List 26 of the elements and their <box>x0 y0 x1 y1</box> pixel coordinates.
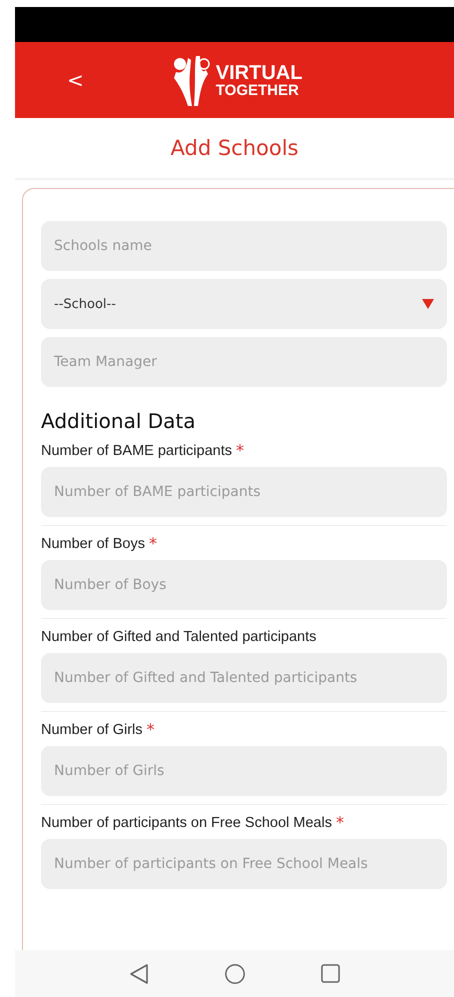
required-mark: * <box>148 536 157 552</box>
input-field[interactable]: Team Manager <box>41 337 447 387</box>
recents-square-icon[interactable] <box>321 964 340 983</box>
input-field[interactable]: Number of Girls <box>41 746 447 796</box>
field-label: Number of BAME participants <box>41 443 232 459</box>
required-mark: * <box>146 722 155 738</box>
field-label: Number of Gifted and Talented participants <box>41 629 316 645</box>
back-triangle-icon[interactable] <box>129 962 149 984</box>
field-label: Number of participants on Free School Meals <box>41 815 332 831</box>
input-field[interactable]: Number of participants on Free School Meals <box>41 839 447 889</box>
required-mark: * <box>236 443 244 459</box>
input-field[interactable]: Number of BAME participants <box>41 467 447 517</box>
input-field[interactable]: Number of Gifted and Talented participants <box>41 653 447 703</box>
dropdown-caret-icon <box>422 299 434 309</box>
logo-text: VIRTUAL <box>216 62 302 82</box>
school-dropdown[interactable]: --School-- <box>41 279 447 329</box>
input-field[interactable]: Number of Boys <box>41 560 447 610</box>
input-field[interactable]: Schools name <box>41 221 447 271</box>
field-label: Number of Girls <box>41 722 143 738</box>
logo-text: TOGETHER <box>216 82 300 98</box>
page-title: Add Schools <box>170 136 298 160</box>
field-label: Number of Boys <box>41 536 145 552</box>
required-mark: * <box>336 815 344 831</box>
home-circle-icon[interactable] <box>224 962 246 984</box>
back-button[interactable]: < <box>63 66 88 94</box>
section-heading: Additional Data <box>41 409 197 433</box>
